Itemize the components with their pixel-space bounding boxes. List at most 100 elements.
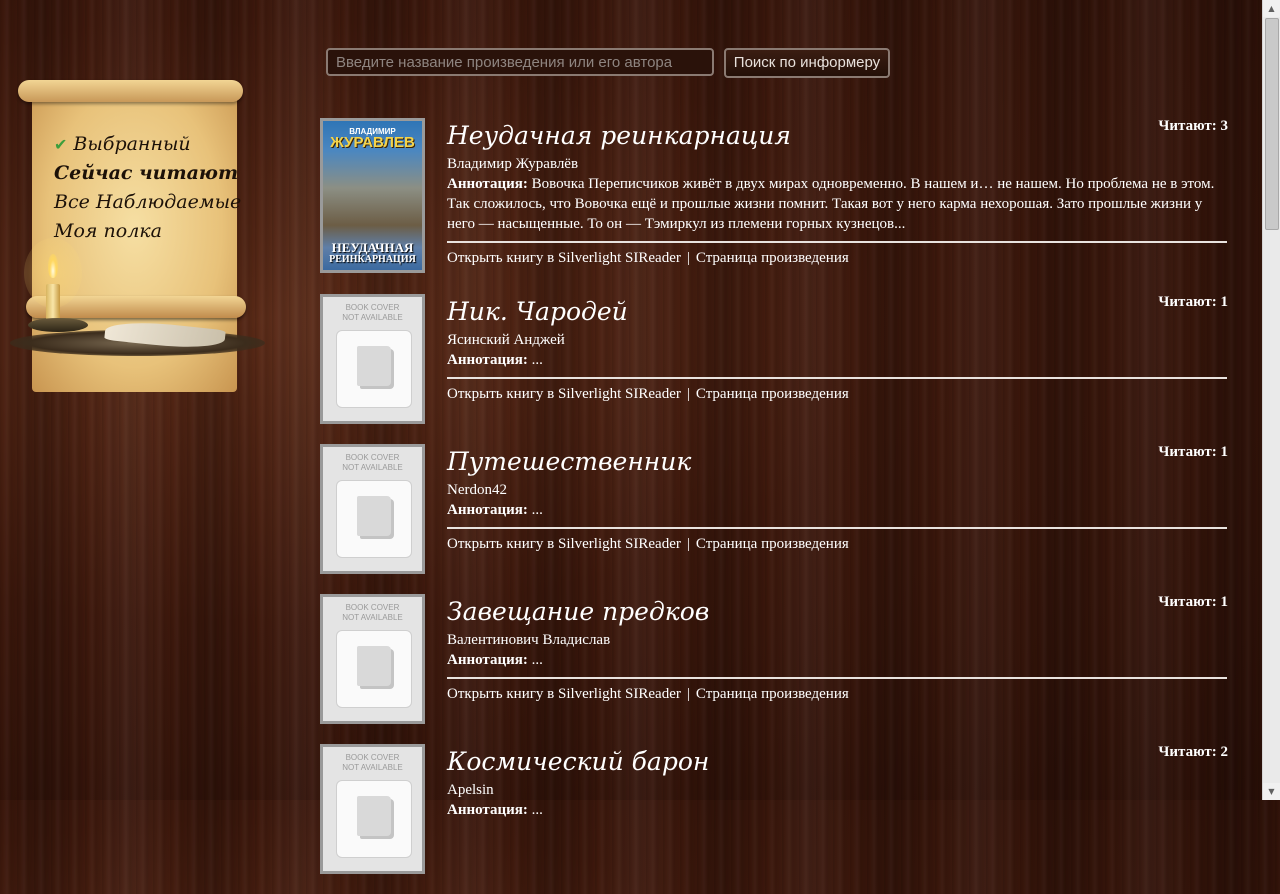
book-item: BOOK COVER NOT AVAILABLE Ник. Чародей Яси… <box>320 294 1228 444</box>
book-info: Завещание предков Валентинович Владислав… <box>447 596 1227 704</box>
cover-placeholder-frame <box>336 480 412 558</box>
book-item: BOOK COVER NOT AVAILABLE Космический баро… <box>320 744 1228 894</box>
book-cover-placeholder[interactable]: BOOK COVER NOT AVAILABLE <box>320 594 425 724</box>
scrollbar-thumb[interactable] <box>1265 18 1279 230</box>
work-page-link[interactable]: Страница произведения <box>696 250 849 266</box>
book-info: Путешественник Nerdon42 Аннотация: ... О… <box>447 446 1227 554</box>
book-cover-placeholder[interactable]: BOOK COVER NOT AVAILABLE <box>320 744 425 874</box>
book-list: ВЛАДИМИР ЖУРАВЛЕВ НЕУДАЧНАЯ РЕИНКАРНАЦИЯ… <box>320 118 1228 894</box>
book-cover[interactable]: ВЛАДИМИР ЖУРАВЛЕВ НЕУДАЧНАЯ РЕИНКАРНАЦИЯ <box>320 118 425 273</box>
menu-item-label: Сейчас читают <box>54 162 239 184</box>
candle-icon <box>46 284 60 322</box>
annotation-text: ... <box>531 352 543 368</box>
divider <box>447 377 1227 379</box>
work-page-link[interactable]: Страница произведения <box>696 536 849 552</box>
book-item: BOOK COVER NOT AVAILABLE Путешественник N… <box>320 444 1228 594</box>
book-author: Apelsin <box>447 782 494 798</box>
annotation-text: ... <box>531 652 543 668</box>
book-title[interactable]: Путешественник <box>447 446 1227 478</box>
menu-item-label: Выбранный <box>73 133 191 155</box>
divider <box>447 241 1227 243</box>
scroll-up-arrow-icon[interactable]: ▲ <box>1263 0 1280 17</box>
link-separator: | <box>686 386 690 402</box>
open-in-reader-link[interactable]: Открыть книгу в Silverlight SIReader <box>447 536 681 552</box>
book-title[interactable]: Космический барон <box>447 746 1227 778</box>
candle-flame-icon <box>48 254 58 278</box>
book-author: Владимир Журавлёв <box>447 156 579 172</box>
menu-item-reading-now[interactable]: Сейчас читают <box>54 159 241 188</box>
link-separator: | <box>686 536 690 552</box>
book-title[interactable]: Неудачная реинкарнация <box>447 120 1227 152</box>
book-links: Открыть книгу в Silverlight SIReader | Стр… <box>447 248 1227 268</box>
menu-item-all-watched[interactable]: Все Наблюдаемые <box>54 188 241 217</box>
open-in-reader-link[interactable]: Открыть книгу в Silverlight SIReader <box>447 386 681 402</box>
cover-author-last-name: ЖУРАВЛЕВ <box>330 134 415 151</box>
book-annotation: Аннотация: ... <box>447 800 1227 820</box>
work-page-link[interactable]: Страница произведения <box>696 686 849 702</box>
reading-count: Читают: 2 <box>1158 744 1228 760</box>
cover-not-available-text: BOOK COVER NOT AVAILABLE <box>342 603 403 622</box>
annotation-text: ... <box>531 802 543 818</box>
candle-holder <box>28 318 88 332</box>
work-page-link[interactable]: Страница произведения <box>696 386 849 402</box>
annotation-label: Аннотация: <box>447 352 528 368</box>
menu-item-my-shelf[interactable]: Моя полка <box>54 217 241 246</box>
menu-item-label: Моя полка <box>54 220 162 242</box>
link-separator: | <box>686 686 690 702</box>
reading-count: Читают: 1 <box>1158 294 1228 310</box>
divider <box>447 527 1227 529</box>
book-info: Ник. Чародей Ясинский Анджей Аннотация: … <box>447 296 1227 404</box>
cover-placeholder-frame <box>336 630 412 708</box>
book-title[interactable]: Завещание предков <box>447 596 1227 628</box>
reading-count: Читают: 1 <box>1158 594 1228 610</box>
book-info: Неудачная реинкарнация Владимир Журавлёв… <box>447 120 1227 268</box>
book-links: Открыть книгу в Silverlight SIReader | Стр… <box>447 684 1227 704</box>
book-annotation: Аннотация: Вовочка Переписчиков живёт в … <box>447 174 1227 234</box>
scroll-down-arrow-icon[interactable]: ▼ <box>1263 783 1280 800</box>
annotation-text: Вовочка Переписчиков живёт в двух мирах … <box>447 176 1215 232</box>
book-cover-placeholder[interactable]: BOOK COVER NOT AVAILABLE <box>320 444 425 574</box>
annotation-label: Аннотация: <box>447 176 528 192</box>
parchment-roll-top <box>18 80 243 102</box>
annotation-label: Аннотация: <box>447 802 528 818</box>
open-in-reader-link[interactable]: Открыть книгу в Silverlight SIReader <box>447 250 681 266</box>
cover-not-available-text: BOOK COVER NOT AVAILABLE <box>342 453 403 472</box>
divider <box>447 677 1227 679</box>
cover-placeholder-frame <box>336 780 412 858</box>
book-cover-placeholder[interactable]: BOOK COVER NOT AVAILABLE <box>320 294 425 424</box>
book-links: Открыть книгу в Silverlight SIReader | Стр… <box>447 384 1227 404</box>
cover-placeholder-frame <box>336 330 412 408</box>
menu-item-selected[interactable]: ✔ Выбранный <box>54 130 241 159</box>
cover-title-line2: РЕИНКАРНАЦИЯ <box>329 254 416 265</box>
book-icon <box>357 646 391 686</box>
book-item: BOOK COVER NOT AVAILABLE Завещание предко… <box>320 594 1228 744</box>
book-annotation: Аннотация: ... <box>447 350 1227 370</box>
book-icon <box>357 796 391 836</box>
book-author: Ясинский Анджей <box>447 332 565 348</box>
vertical-scrollbar[interactable]: ▲ ▼ <box>1262 0 1280 800</box>
annotation-label: Аннотация: <box>447 502 528 518</box>
book-title[interactable]: Ник. Чародей <box>447 296 1227 328</box>
book-links: Открыть книгу в Silverlight SIReader | Стр… <box>447 534 1227 554</box>
annotation-label: Аннотация: <box>447 652 528 668</box>
scroll-menu: ✔ Выбранный Сейчас читают Все Наблюдаемые… <box>10 78 265 392</box>
reading-count: Читают: 3 <box>1158 118 1228 134</box>
search-button[interactable]: Поиск по информеру <box>724 48 890 78</box>
book-author: Nerdon42 <box>447 482 507 498</box>
book-icon <box>357 496 391 536</box>
book-annotation: Аннотация: ... <box>447 500 1227 520</box>
annotation-text: ... <box>531 502 543 518</box>
cover-title-line1: НЕУДАЧНАЯ <box>331 240 414 255</box>
book-author: Валентинович Владислав <box>447 632 611 648</box>
book-item: ВЛАДИМИР ЖУРАВЛЕВ НЕУДАЧНАЯ РЕИНКАРНАЦИЯ… <box>320 118 1228 294</box>
book-icon <box>357 346 391 386</box>
link-separator: | <box>686 250 690 266</box>
reading-count: Читают: 1 <box>1158 444 1228 460</box>
open-in-reader-link[interactable]: Открыть книгу в Silverlight SIReader <box>447 686 681 702</box>
menu-list: ✔ Выбранный Сейчас читают Все Наблюдаемые… <box>54 130 241 246</box>
check-icon: ✔ <box>54 135 68 154</box>
search-input[interactable] <box>326 48 714 76</box>
book-annotation: Аннотация: ... <box>447 650 1227 670</box>
cover-not-available-text: BOOK COVER NOT AVAILABLE <box>342 753 403 772</box>
book-info: Космический барон Apelsin Аннотация: ... <box>447 746 1227 820</box>
